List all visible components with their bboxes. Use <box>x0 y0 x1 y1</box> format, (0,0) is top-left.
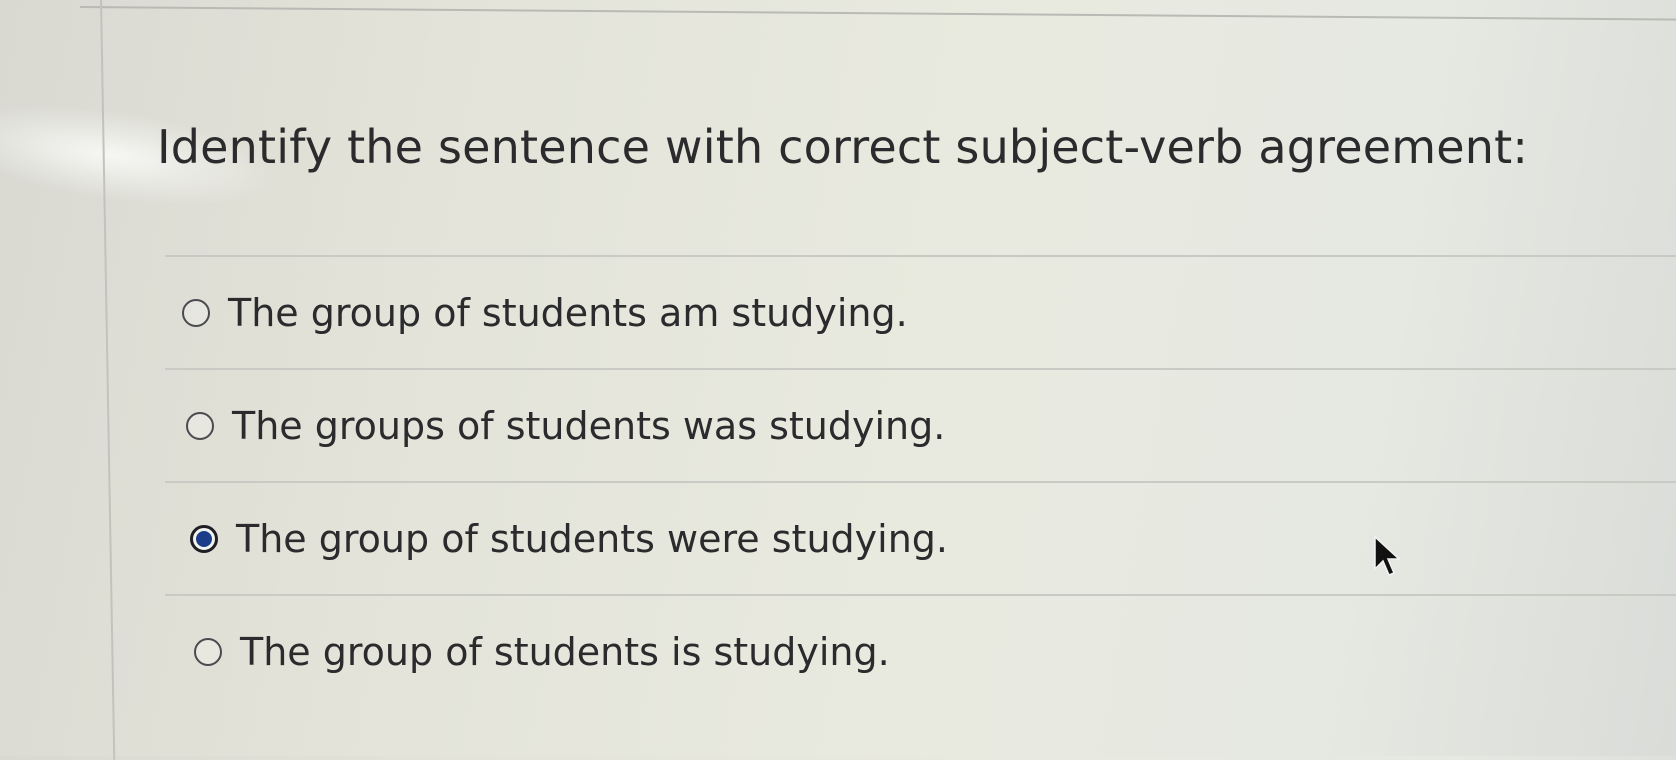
answer-option-selected[interactable]: The group of students were studying. <box>165 483 1676 594</box>
radio-empty-icon[interactable] <box>182 298 210 327</box>
radio-dot <box>196 530 212 547</box>
answer-options: The group of students am studying. The g… <box>165 255 1676 707</box>
answer-option-label: The groups of students was studying. <box>232 403 946 448</box>
radio-checked-icon[interactable] <box>190 524 218 553</box>
question-text: Identify the sentence with correct subje… <box>157 120 1529 174</box>
radio-empty-icon[interactable] <box>186 411 214 440</box>
answer-option[interactable]: The group of students is studying. <box>165 596 1676 707</box>
question-card: Identify the sentence with correct subje… <box>0 0 1676 756</box>
answer-option-label: The group of students were studying. <box>236 516 948 561</box>
answer-option-label: The group of students am studying. <box>228 290 908 335</box>
answer-option-label: The group of students is studying. <box>240 629 890 674</box>
answer-option[interactable]: The groups of students was studying. <box>165 370 1676 481</box>
answer-option[interactable]: The group of students am studying. <box>165 257 1676 368</box>
radio-empty-icon[interactable] <box>194 637 222 666</box>
mouse-pointer-icon <box>1374 535 1401 576</box>
